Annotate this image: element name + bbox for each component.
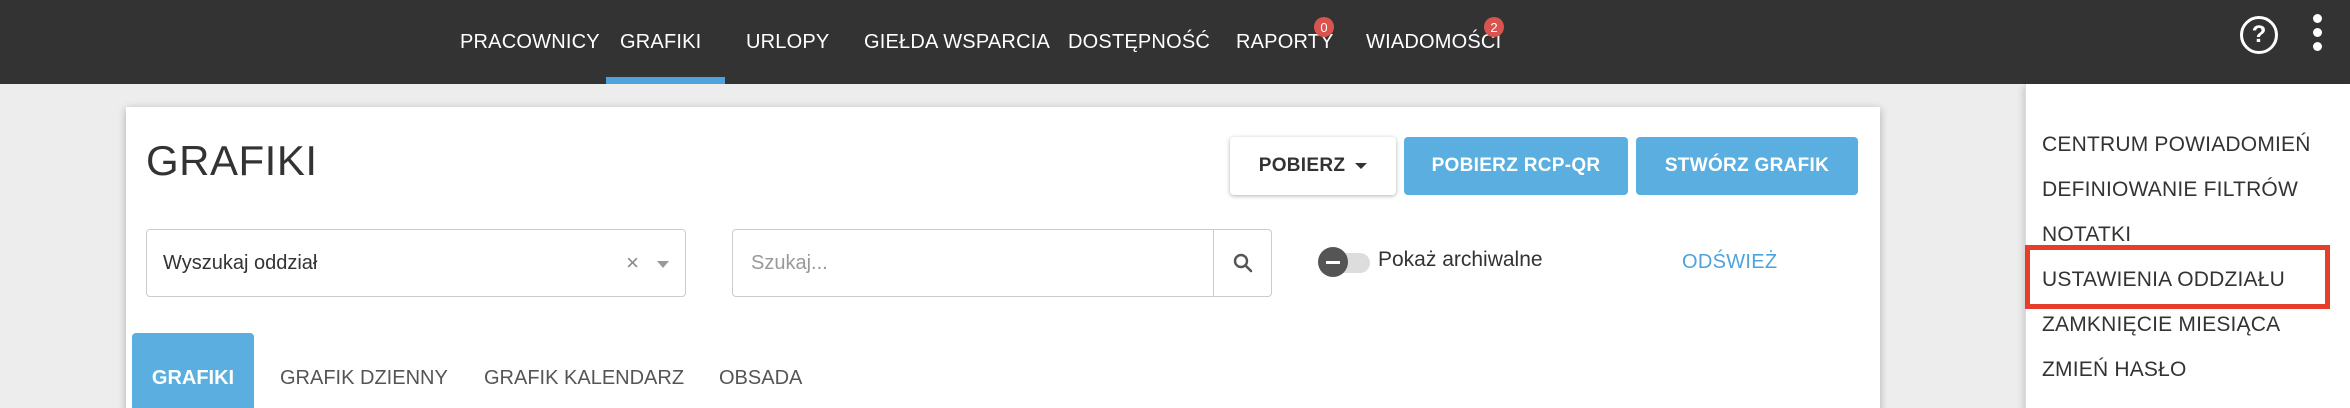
nav-item-gielda-wsparcia[interactable]: GIEŁDA WSPARCIA — [864, 0, 1050, 84]
archive-toggle-label: Pokaż archiwalne — [1378, 248, 1543, 271]
archive-toggle[interactable] — [1318, 247, 1372, 277]
toggle-knob — [1318, 247, 1348, 277]
nav-item-label: GRAFIKI — [620, 30, 702, 53]
caret-down-icon — [1355, 163, 1368, 169]
search-icon — [1233, 253, 1252, 273]
menu-item-zamkniecie-miesiaca[interactable]: ZAMKNIĘCIE MIESIĄCA — [2042, 313, 2280, 337]
nav-item-urlopy[interactable]: URLOPY — [746, 0, 829, 84]
nav-item-pracownicy[interactable]: PRACOWNICY — [460, 0, 600, 84]
nav-item-label: PRACOWNICY — [460, 30, 600, 53]
menu-item-centrum-powiadomien[interactable]: CENTRUM POWIADOMIEŃ — [2042, 133, 2311, 157]
menu-item-notatki[interactable]: NOTATKI — [2042, 223, 2131, 247]
refresh-link[interactable]: ODŚWIEŻ — [1682, 251, 1777, 274]
department-select-value: Wyszukaj oddział — [163, 251, 318, 274]
nav-item-label: URLOPY — [746, 30, 830, 53]
schedules-card: GRAFIKI POBIERZ POBIERZ RCP-QR STWÓRZ GR… — [126, 107, 1880, 408]
department-select[interactable]: Wyszukaj oddział × — [146, 229, 686, 297]
search-field — [732, 229, 1272, 297]
clear-icon[interactable]: × — [626, 250, 639, 276]
help-icon[interactable]: ? — [2240, 16, 2278, 54]
more-options-icon[interactable] — [2310, 14, 2324, 58]
page-title: GRAFIKI — [146, 137, 318, 184]
menu-item-zmien-haslo[interactable]: ZMIEŃ HASŁO — [2042, 358, 2187, 382]
menu-item-definiowanie-filtrow[interactable]: DEFINIOWANIE FILTRÓW — [2042, 178, 2298, 202]
download-rcp-qr-button[interactable]: POBIERZ RCP-QR — [1404, 137, 1628, 195]
create-schedule-button[interactable]: STWÓRZ GRAFIK — [1636, 137, 1858, 195]
tab-grafik-kalendarz[interactable]: GRAFIK KALENDARZ — [484, 333, 684, 408]
nav-item-grafiki[interactable]: GRAFIKI — [605, 0, 726, 84]
raporty-badge: 0 — [1314, 17, 1334, 37]
menu-item-ustawienia-oddzialu[interactable]: USTAWIENIA ODDZIAŁU — [2042, 268, 2285, 292]
tab-grafiki[interactable]: GRAFIKI — [132, 333, 254, 408]
wiadomosci-badge: 2 — [1484, 17, 1504, 37]
nav-item-label: GIEŁDA WSPARCIA — [864, 30, 1051, 53]
chevron-down-icon[interactable] — [657, 261, 669, 268]
nav-item-raporty[interactable]: RAPORTY — [1236, 0, 1334, 84]
nav-item-dostepnosc[interactable]: DOSTĘPNOŚĆ — [1068, 0, 1210, 84]
tab-obsada[interactable]: OBSADA — [719, 333, 802, 408]
download-button[interactable]: POBIERZ — [1230, 137, 1396, 195]
nav-item-wiadomosci[interactable]: WIADOMOŚCI — [1366, 0, 1501, 84]
options-menu: CENTRUM POWIADOMIEŃ DEFINIOWANIE FILTRÓW… — [2025, 84, 2350, 408]
tab-grafik-dzienny[interactable]: GRAFIK DZIENNY — [280, 333, 448, 408]
top-navbar: PRACOWNICY GRAFIKI URLOPY GIEŁDA WSPARCI… — [0, 0, 2350, 84]
download-button-label: POBIERZ — [1258, 155, 1346, 176]
search-input[interactable] — [733, 230, 1213, 296]
nav-item-label: WIADOMOŚCI — [1366, 30, 1502, 53]
search-button[interactable] — [1213, 230, 1271, 296]
nav-item-label: DOSTĘPNOŚĆ — [1068, 30, 1211, 53]
